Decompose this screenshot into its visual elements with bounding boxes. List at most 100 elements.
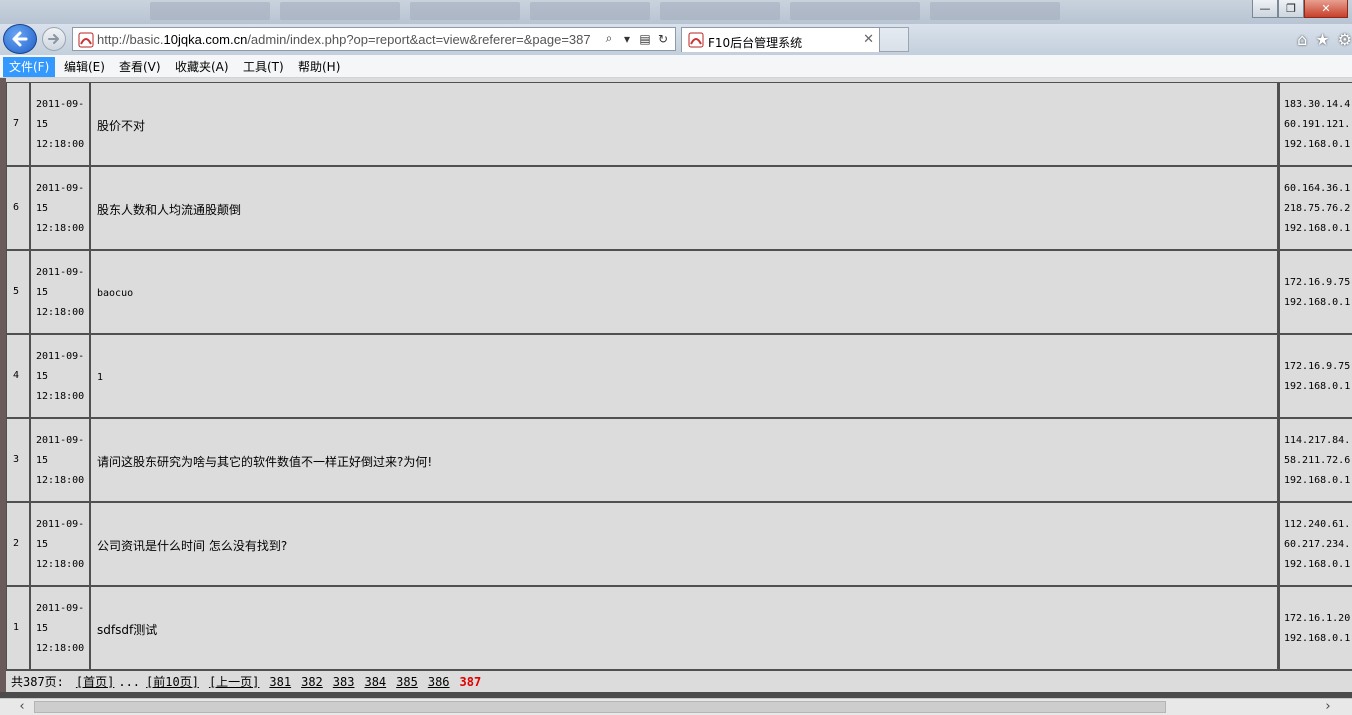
- time-cell: 2011-09- 15 12:18:00: [30, 418, 90, 502]
- table-row: 4 2011-09- 15 12:18:00 1 172.16.9.75 192.16…: [6, 334, 1352, 418]
- tab-close-icon[interactable]: ✕: [863, 32, 874, 47]
- maximize-button[interactable]: ❐: [1278, 0, 1304, 18]
- ip-address: 192.168.0.1: [1284, 139, 1351, 150]
- gear-icon[interactable]: ⚙: [1338, 30, 1352, 49]
- page-total: 共387页:: [11, 675, 64, 689]
- home-icon[interactable]: ⌂: [1297, 30, 1307, 49]
- ip-address: 58.211.72.6: [1284, 455, 1351, 466]
- ip-cell: 172.16.9.75 192.168.0.1: [1278, 334, 1352, 418]
- time-cell: 2011-09- 15 12:18:00: [30, 166, 90, 250]
- record-date: 2011-09-: [36, 519, 85, 530]
- record-datetime: 2011-09- 15 12:18:00: [36, 431, 84, 491]
- browser-tools: ⌂ ★ ⚙: [1297, 30, 1352, 49]
- back-arrow-icon: [12, 31, 28, 47]
- menu-favorites[interactable]: 收藏夹(A): [169, 57, 235, 77]
- active-tab[interactable]: F10后台管理系统 ✕: [681, 27, 880, 52]
- message-cell: baocuo: [90, 250, 1278, 334]
- prev-10-pages-link[interactable]: [前10页]: [146, 673, 199, 690]
- record-ips: 172.16.9.75 192.168.0.1: [1284, 335, 1350, 419]
- prev-page-link[interactable]: [上一页]: [209, 673, 259, 690]
- favorites-star-icon[interactable]: ★: [1315, 30, 1329, 49]
- table-row: 6 2011-09- 15 12:18:00 股东人数和人均流通股颠倒 60.164…: [6, 166, 1352, 250]
- forward-arrow-icon: [48, 34, 59, 44]
- page-link-385[interactable]: 385: [396, 675, 418, 689]
- minimize-button[interactable]: —: [1252, 0, 1278, 18]
- record-datetime: 2011-09- 15 12:18:00: [36, 95, 84, 155]
- message-cell: 请问这股东研究为啥与其它的软件数值不一样正好倒过来?为何!: [90, 418, 1278, 502]
- record-id: 5: [13, 286, 20, 297]
- ip-address: 112.240.61.: [1284, 519, 1351, 530]
- background-tabs: [150, 2, 1070, 20]
- page-link-386[interactable]: 386: [428, 675, 450, 689]
- ip-address: 218.75.76.2: [1284, 203, 1351, 214]
- ip-address: 60.217.234.: [1284, 539, 1351, 550]
- site-favicon-icon: [78, 32, 94, 48]
- address-bar[interactable]: http://basic.10jqka.com.cn/admin/index.p…: [72, 27, 676, 51]
- message-cell: 公司资讯是什么时间 怎么没有找到?: [90, 502, 1278, 586]
- dropdown-chevron-icon[interactable]: ▾: [621, 32, 633, 46]
- background-tab[interactable]: [410, 2, 520, 20]
- page-ellipsis: ...: [118, 674, 141, 689]
- record-time: 12:18:00: [36, 307, 85, 318]
- first-page-link[interactable]: [首页]: [76, 673, 114, 690]
- time-cell: 2011-09- 15 12:18:00: [30, 334, 90, 418]
- search-icon[interactable]: ⌕: [603, 31, 615, 46]
- background-tab[interactable]: [530, 2, 650, 20]
- record-time: 12:18:00: [36, 475, 85, 486]
- ip-address: 183.30.14.4: [1284, 99, 1351, 110]
- record-day: 15: [36, 371, 49, 382]
- message-cell: sdfsdf测试: [90, 586, 1278, 670]
- scrollbar-thumb[interactable]: [34, 701, 1166, 713]
- table-row: 7 2011-09- 15 12:18:00 股价不对 183.30.14.4 60.…: [6, 82, 1352, 166]
- menu-help[interactable]: 帮助(H): [292, 57, 346, 77]
- record-time: 12:18:00: [36, 391, 85, 402]
- record-message: 请问这股东研究为啥与其它的软件数值不一样正好倒过来?为何!: [97, 454, 433, 469]
- ip-address: 114.217.84.: [1284, 435, 1351, 446]
- url-path: /admin/index.php?op=report&act=view&refe…: [247, 32, 591, 47]
- record-ips: 60.164.36.1 218.75.76.2 192.168.0.1: [1284, 167, 1350, 251]
- record-ips: 172.16.9.75 192.168.0.1: [1284, 251, 1350, 335]
- back-button[interactable]: [3, 24, 37, 54]
- id-cell: 6: [6, 166, 30, 250]
- record-day: 15: [36, 455, 49, 466]
- id-cell: 4: [6, 334, 30, 418]
- menu-view[interactable]: 查看(V): [113, 57, 167, 77]
- background-tab[interactable]: [790, 2, 920, 20]
- url-text[interactable]: http://basic.10jqka.com.cn/admin/index.p…: [97, 32, 607, 47]
- background-tab[interactable]: [660, 2, 780, 20]
- id-cell: 5: [6, 250, 30, 334]
- ip-address: 172.16.9.75: [1284, 277, 1351, 288]
- background-tab[interactable]: [280, 2, 400, 20]
- scroll-right-icon[interactable]: ›: [1318, 699, 1338, 715]
- page-link-383[interactable]: 383: [333, 675, 355, 689]
- horizontal-scrollbar[interactable]: ‹ ›: [0, 698, 1352, 715]
- table-row: 3 2011-09- 15 12:18:00 请问这股东研究为啥与其它的软件数值不一…: [6, 418, 1352, 502]
- background-tab[interactable]: [150, 2, 270, 20]
- background-tab[interactable]: [930, 2, 1060, 20]
- record-id: 6: [13, 202, 20, 213]
- ip-cell: 183.30.14.4 60.191.121. 192.168.0.1: [1278, 82, 1352, 166]
- menu-file[interactable]: 文件(F): [3, 57, 56, 77]
- forward-button[interactable]: [42, 27, 66, 51]
- record-id: 4: [13, 370, 20, 381]
- refresh-icon[interactable]: ↻: [657, 32, 669, 46]
- page-link-384[interactable]: 384: [364, 675, 386, 689]
- scroll-left-icon[interactable]: ‹: [12, 699, 32, 715]
- menu-tools[interactable]: 工具(T): [237, 57, 290, 77]
- menu-bar: 文件(F) 编辑(E) 查看(V) 收藏夹(A) 工具(T) 帮助(H): [0, 55, 1352, 78]
- close-window-button[interactable]: ✕: [1304, 0, 1348, 18]
- page-link-382[interactable]: 382: [301, 675, 323, 689]
- id-cell: 2: [6, 502, 30, 586]
- menu-edit[interactable]: 编辑(E): [58, 57, 111, 77]
- record-day: 15: [36, 203, 49, 214]
- record-ips: 172.16.1.20 192.168.0.1: [1284, 587, 1350, 671]
- ip-address: 192.168.0.1: [1284, 381, 1351, 392]
- time-cell: 2011-09- 15 12:18:00: [30, 250, 90, 334]
- compatibility-view-icon[interactable]: ▤: [639, 32, 651, 46]
- table-row: 1 2011-09- 15 12:18:00 sdfsdf测试 172.16.1.2…: [6, 586, 1352, 670]
- record-datetime: 2011-09- 15 12:18:00: [36, 515, 84, 575]
- new-tab-button[interactable]: [880, 27, 909, 52]
- record-datetime: 2011-09- 15 12:18:00: [36, 263, 84, 323]
- page-link-381[interactable]: 381: [269, 675, 291, 689]
- record-id: 2: [13, 538, 20, 549]
